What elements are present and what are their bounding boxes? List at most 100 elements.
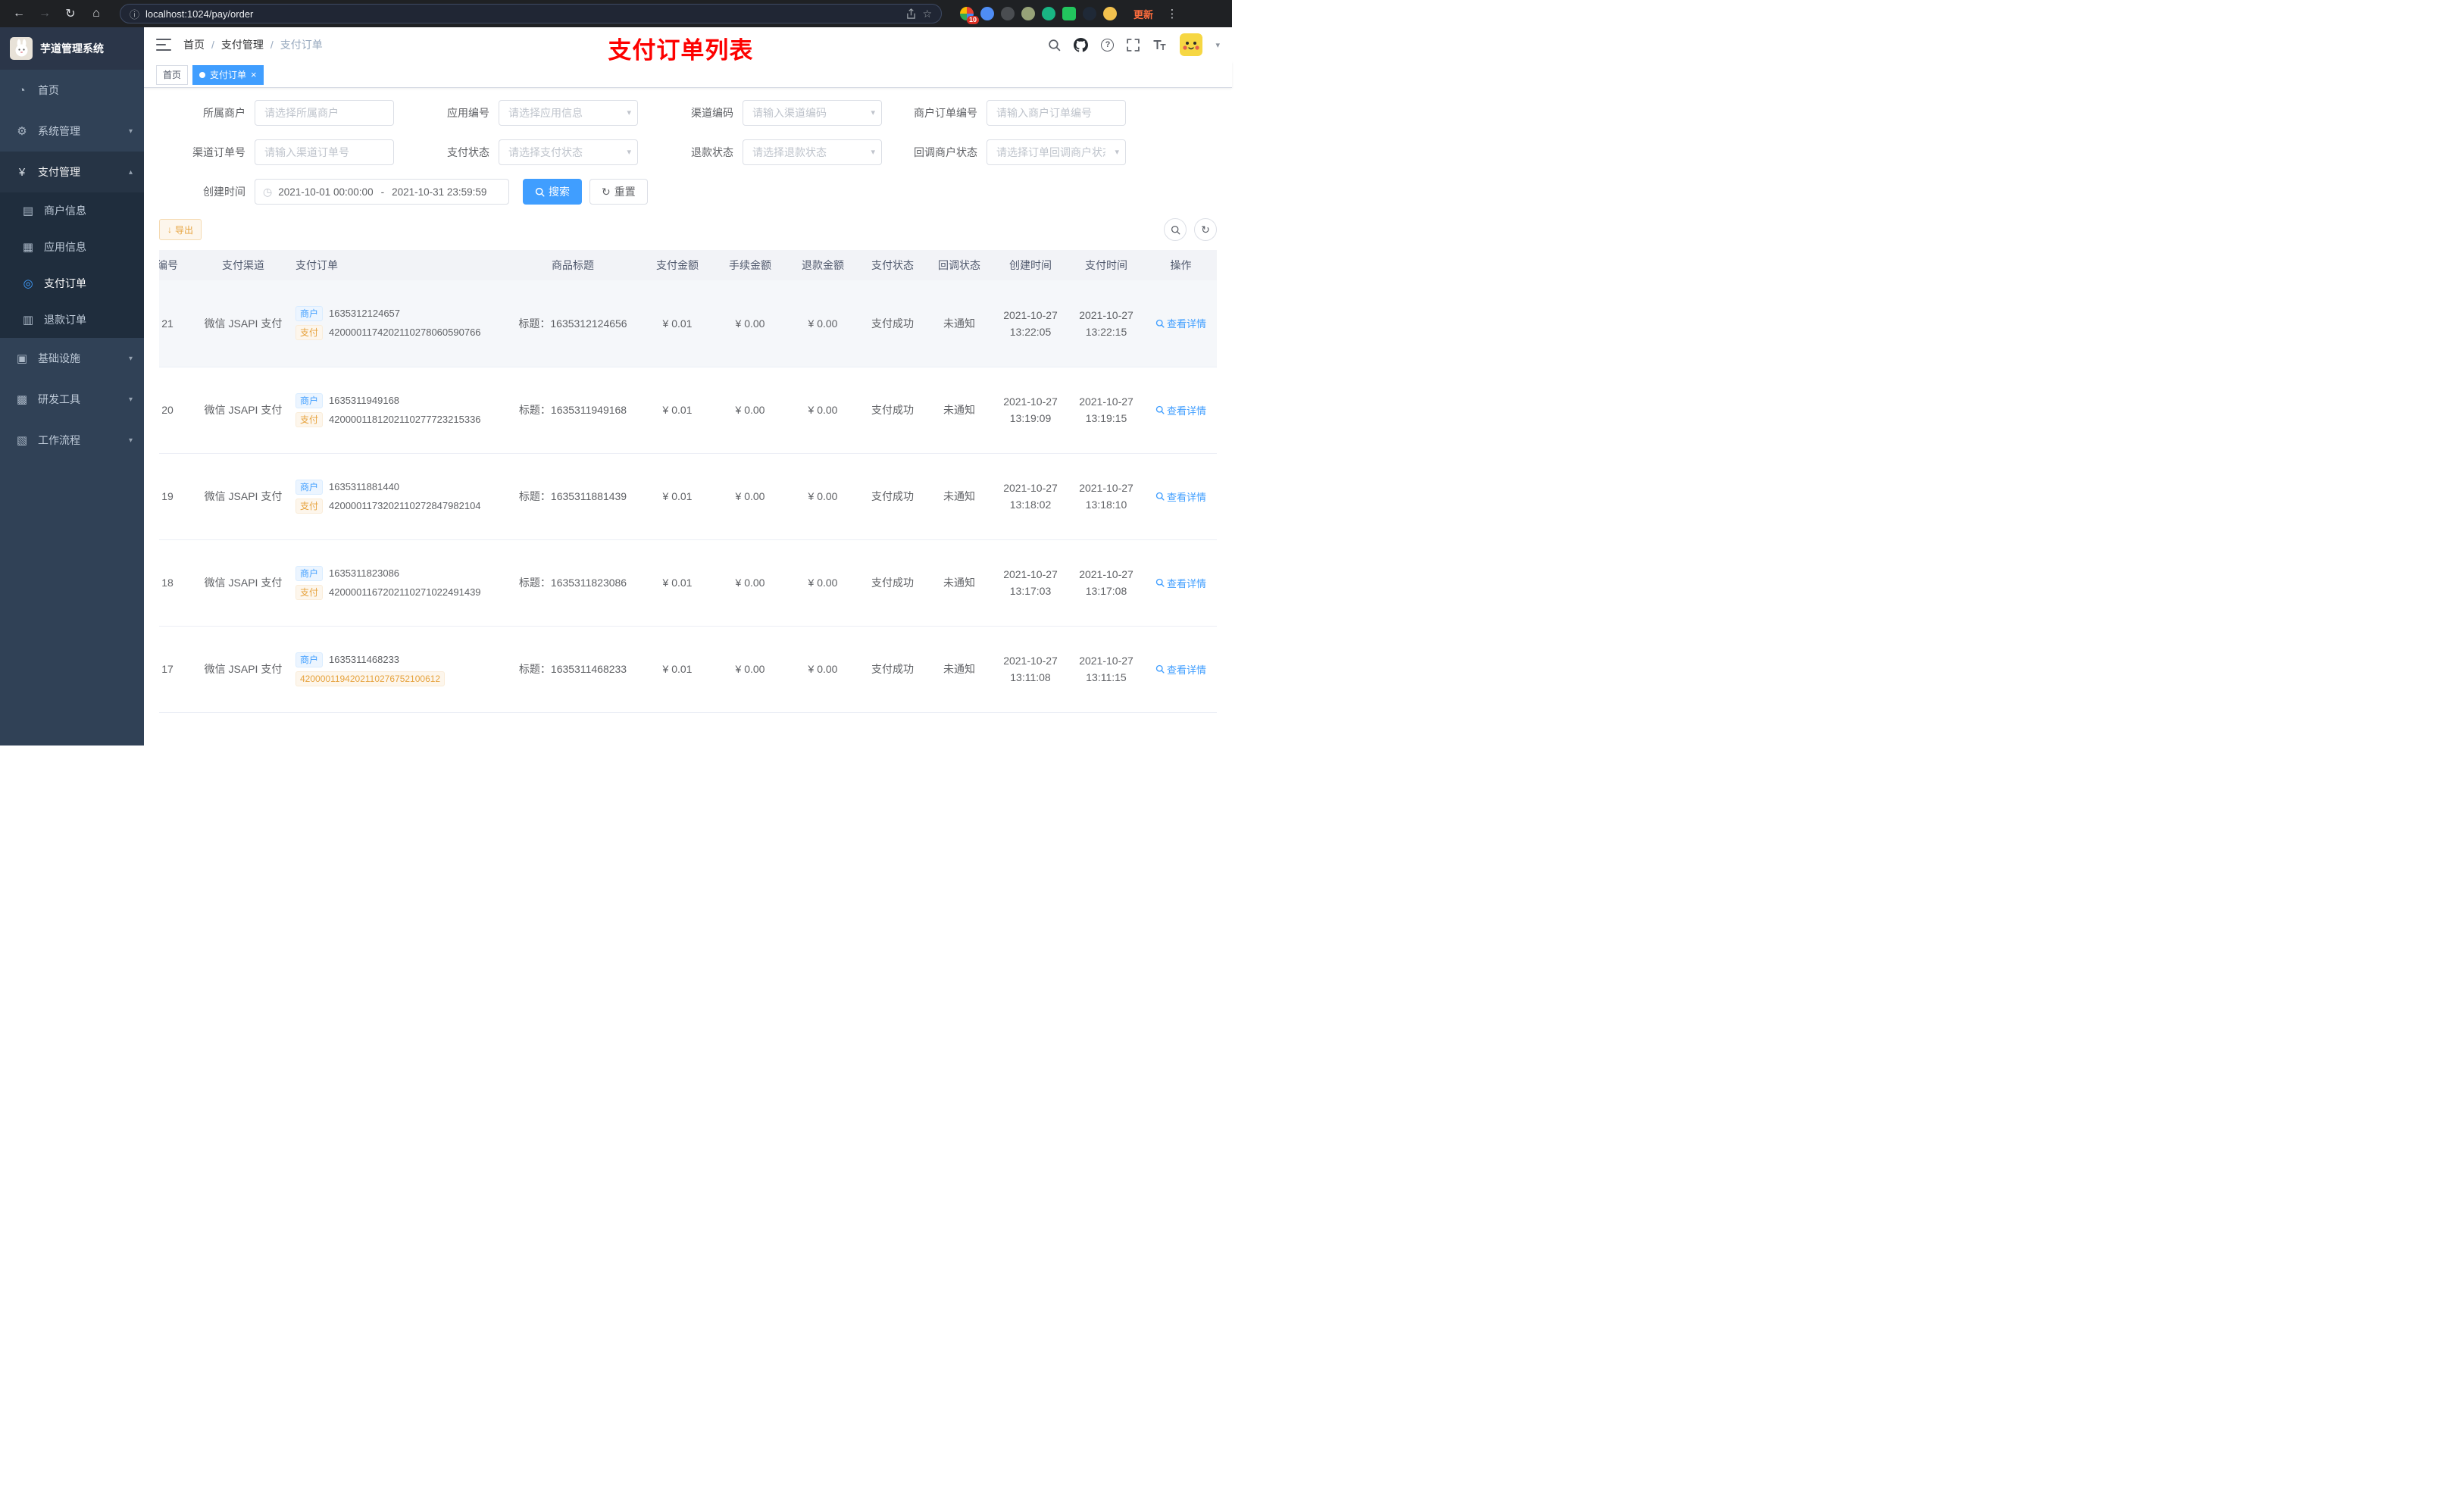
pay-tag: 支付 xyxy=(295,411,324,427)
extension-icon-chat[interactable] xyxy=(1062,7,1076,20)
extension-icon-pin[interactable] xyxy=(1083,7,1096,20)
refresh-table-icon[interactable]: ↻ xyxy=(1194,218,1217,241)
sidebar-item-pay-order[interactable]: ◎ 支付订单 xyxy=(0,265,144,302)
sidebar-item-system[interactable]: ⚙ 系统管理 ▾ xyxy=(0,111,144,152)
cell-notify-status: 未通知 xyxy=(926,626,993,713)
extension-icon-teal[interactable] xyxy=(1042,7,1055,20)
yen-icon: ¥ xyxy=(18,165,26,179)
font-size-icon[interactable] xyxy=(1152,39,1167,51)
sidebar-item-dev-tools[interactable]: ▩ 研发工具 ▾ xyxy=(0,379,144,420)
breadcrumb-payment[interactable]: 支付管理 xyxy=(221,37,264,52)
orders-table: 编号 支付渠道 支付订单 商品标题 支付金额 手续金额 退款金额 支付状态 回调… xyxy=(159,250,1217,746)
cell-create-time: 2021-10-27 13:19:09 xyxy=(993,367,1068,454)
extension-icon-drop[interactable] xyxy=(980,7,994,20)
notify-status-select[interactable] xyxy=(987,139,1126,165)
date-end: 2021-10-31 23:59:59 xyxy=(392,186,487,198)
filter-notify-status: 回调商户状态 ▾ xyxy=(891,139,1135,165)
cell-pay-order: 商户 1635311823086 支付 4200001167202110271022… xyxy=(292,539,505,627)
filter-row-2: 渠道订单号 支付状态 ▾ 退款状态 ▾ 回调商户状态 ▾ xyxy=(159,139,1217,165)
pay-status-select[interactable] xyxy=(499,139,638,165)
fullscreen-icon[interactable] xyxy=(1127,38,1140,52)
table-row[interactable]: 21 微信 JSAPI 支付 商户 1635312124657 支付 4200001… xyxy=(159,280,1217,367)
address-bar[interactable]: ⓘ localhost:1024/pay/order ☆ xyxy=(120,4,942,23)
bookmark-star-icon[interactable]: ☆ xyxy=(922,8,932,20)
browser-update-button[interactable]: 更新 xyxy=(1127,5,1159,23)
sidebar-item-merchant-info[interactable]: ▤ 商户信息 xyxy=(0,192,144,229)
search-icon[interactable] xyxy=(1048,39,1061,52)
sidebar-item-label: 工作流程 xyxy=(38,434,80,446)
reload-icon[interactable]: ↻ xyxy=(61,4,80,23)
search-button-label: 搜索 xyxy=(549,186,570,198)
sidebar-item-workflow[interactable]: ▧ 工作流程 ▾ xyxy=(0,420,144,461)
cell-pay-amount: ¥ 0.01 xyxy=(641,626,714,713)
view-detail-link[interactable]: 查看详情 xyxy=(1155,316,1206,330)
close-icon[interactable]: × xyxy=(251,70,257,80)
grid-icon: ▦ xyxy=(22,241,34,254)
view-detail-link[interactable]: 查看详情 xyxy=(1155,576,1206,590)
view-detail-link[interactable]: 查看详情 xyxy=(1155,662,1206,677)
table-row[interactable]: 17 微信 JSAPI 支付 商户 1635311468233 420000119… xyxy=(159,626,1217,713)
extension-icon-emoji[interactable] xyxy=(1103,7,1117,20)
merchant-order-no-input[interactable] xyxy=(987,100,1126,126)
browser-menu-icon[interactable]: ⋮ xyxy=(1165,7,1179,20)
cell-pay-order: 商户 1635312124657 支付 4200001174202110278060… xyxy=(292,280,505,367)
sidebar-item-label: 退款订单 xyxy=(44,314,86,326)
chevron-up-icon: ▴ xyxy=(128,167,133,177)
site-info-icon[interactable]: ⓘ xyxy=(130,7,139,21)
view-detail-link[interactable]: 查看详情 xyxy=(1155,403,1206,417)
back-icon[interactable]: ← xyxy=(9,4,29,23)
refund-status-select[interactable] xyxy=(743,139,882,165)
table-row[interactable]: 20 微信 JSAPI 支付 商户 1635311949168 支付 4200001… xyxy=(159,367,1217,454)
cell-notify-status: 未通知 xyxy=(926,367,993,454)
toggle-search-icon[interactable] xyxy=(1164,218,1187,241)
table-row-partial[interactable]: 商户163531185786 xyxy=(159,712,1217,746)
cell-notify-status: 未通知 xyxy=(926,280,993,367)
tag-pay-order[interactable]: 支付订单 × xyxy=(192,64,264,85)
sidebar-item-home[interactable]: ◔ 首页 xyxy=(0,70,144,111)
table-row[interactable]: 18 微信 JSAPI 支付 商户 1635311823086 支付 4200001… xyxy=(159,539,1217,627)
filter-row-1: 所属商户 应用编号 ▾ 渠道编码 ▾ 商户订单编号 xyxy=(159,100,1217,126)
export-button[interactable]: ↓ 导出 xyxy=(159,219,202,240)
sidebar-item-infrastructure[interactable]: ▣ 基础设施 ▾ xyxy=(0,338,144,379)
sidebar-item-refund-order[interactable]: ▥ 退款订单 xyxy=(0,302,144,338)
sidebar-item-label: 系统管理 xyxy=(38,125,80,137)
top-navbar: 首页 / 支付管理 / 支付订单 支付订单列表 ? ▾ xyxy=(144,27,1232,64)
table-row[interactable]: 19 微信 JSAPI 支付 商户 1635311881440 支付 4200001… xyxy=(159,453,1217,540)
forward-icon[interactable]: → xyxy=(35,4,55,23)
sidebar-item-payment[interactable]: ¥ 支付管理 ▴ xyxy=(0,152,144,192)
filter-label: 支付状态 xyxy=(447,146,489,158)
filter-row-3: 创建时间 ◷ 2021-10-01 00:00:00 - 2021-10-31 … xyxy=(159,179,1217,205)
sidebar-toggle-icon[interactable] xyxy=(156,38,171,52)
sidebar-item-app-info[interactable]: ▦ 应用信息 xyxy=(0,229,144,265)
view-detail-link[interactable]: 查看详情 xyxy=(1155,489,1206,504)
breadcrumb: 首页 / 支付管理 / 支付订单 xyxy=(183,37,323,52)
share-icon[interactable] xyxy=(906,8,916,20)
channel-order-no-input[interactable] xyxy=(255,139,394,165)
app-logo[interactable]: 芋道管理系统 xyxy=(0,27,144,70)
home-icon[interactable]: ⌂ xyxy=(86,4,106,23)
pay-order-no: 4200001174202110278060590766 xyxy=(329,327,481,339)
github-icon[interactable] xyxy=(1074,37,1089,52)
breadcrumb-home[interactable]: 首页 xyxy=(183,37,205,52)
avatar-caret-icon[interactable]: ▾ xyxy=(1215,40,1220,50)
url-text[interactable]: localhost:1024/pay/order xyxy=(145,8,900,20)
extension-icon-dark[interactable] xyxy=(1001,7,1015,20)
cell-pay-status: 支付成功 xyxy=(859,453,926,540)
help-icon[interactable]: ? xyxy=(1101,38,1115,52)
merchant-input[interactable] xyxy=(255,100,394,126)
app-id-select[interactable] xyxy=(499,100,638,126)
cell-channel: 微信 JSAPI 支付 xyxy=(194,367,292,454)
payment-submenu: ▤ 商户信息 ▦ 应用信息 ◎ 支付订单 ▥ 退款订单 xyxy=(0,192,144,338)
cell-fee-amount: ¥ 0.00 xyxy=(714,367,786,454)
extension-icon-sage[interactable] xyxy=(1021,7,1035,20)
filter-create-time: 创建时间 ◷ 2021-10-01 00:00:00 - 2021-10-31 … xyxy=(159,179,509,205)
search-button[interactable]: 搜索 xyxy=(523,179,582,205)
tag-label: 支付订单 xyxy=(210,70,247,80)
reset-button[interactable]: ↻ 重置 xyxy=(589,179,648,205)
extension-icon-colorful[interactable]: 10 xyxy=(960,7,979,24)
channel-code-select[interactable] xyxy=(743,100,882,126)
avatar[interactable] xyxy=(1180,33,1203,56)
date-range-picker[interactable]: ◷ 2021-10-01 00:00:00 - 2021-10-31 23:59… xyxy=(255,179,509,205)
tag-home[interactable]: 首页 xyxy=(156,64,189,85)
gear-icon: ⚙ xyxy=(17,125,27,138)
